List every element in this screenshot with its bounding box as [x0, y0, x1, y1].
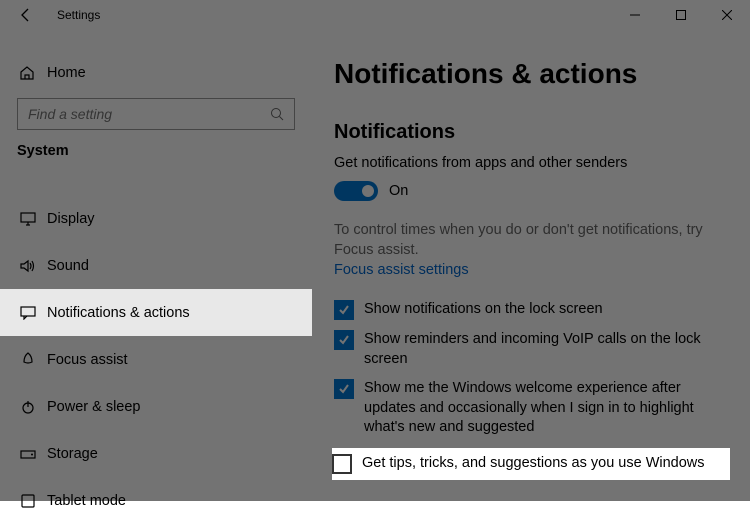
- section-title: Notifications: [334, 121, 730, 144]
- sidebar-item-label: Display: [47, 211, 95, 227]
- checkbox[interactable]: [334, 300, 354, 320]
- sidebar-item-sound[interactable]: Sound: [0, 242, 312, 289]
- sidebar-item-label: Notifications & actions: [47, 305, 190, 321]
- home-nav[interactable]: Home: [0, 55, 312, 91]
- check-row[interactable]: Show notifications on the lock screen: [334, 300, 730, 320]
- check-label: Show reminders and incoming VoIP calls o…: [364, 330, 719, 369]
- search-icon: [270, 107, 284, 121]
- maximize-button[interactable]: [658, 0, 704, 30]
- sound-icon: [19, 259, 37, 273]
- home-icon: [19, 65, 37, 81]
- check-row[interactable]: Get tips, tricks, and suggestions as you…: [332, 448, 730, 480]
- master-toggle-label: Get notifications from apps and other se…: [334, 155, 730, 171]
- checkbox[interactable]: [334, 330, 354, 350]
- sidebar-item-display[interactable]: Display: [0, 195, 312, 242]
- search-input[interactable]: [17, 98, 295, 130]
- focus-assist-link[interactable]: Focus assist settings: [334, 262, 730, 278]
- check-label: Show notifications on the lock screen: [364, 300, 603, 320]
- close-button[interactable]: [704, 0, 750, 30]
- home-label: Home: [47, 65, 86, 81]
- sidebar-item-label: Power & sleep: [47, 399, 141, 415]
- sidebar-item-focus-assist[interactable]: Focus assist: [0, 336, 312, 383]
- focus-assist-icon: [19, 352, 37, 368]
- minimize-button[interactable]: [612, 0, 658, 30]
- back-button[interactable]: [11, 0, 41, 30]
- sidebar-item-power[interactable]: Power & sleep: [0, 383, 312, 430]
- sidebar-item-label: Storage: [47, 446, 98, 462]
- toggle-state: On: [389, 183, 408, 199]
- checkbox[interactable]: [332, 454, 352, 474]
- sidebar-item-storage[interactable]: Storage: [0, 430, 312, 477]
- sidebar-item-label: Sound: [47, 258, 89, 274]
- group-label: System: [17, 143, 312, 159]
- check-label: Show me the Windows welcome experience a…: [364, 379, 719, 438]
- sidebar-item-notifications[interactable]: Notifications & actions: [0, 289, 312, 336]
- sidebar-item-label: Focus assist: [47, 352, 128, 368]
- check-row[interactable]: Show me the Windows welcome experience a…: [334, 379, 730, 438]
- page-title: Notifications & actions: [334, 58, 730, 90]
- storage-icon: [19, 447, 37, 461]
- description: To control times when you do or don't ge…: [334, 221, 730, 260]
- power-icon: [19, 399, 37, 415]
- check-label: Get tips, tricks, and suggestions as you…: [362, 454, 705, 474]
- check-row[interactable]: Show reminders and incoming VoIP calls o…: [334, 330, 730, 369]
- master-toggle[interactable]: [334, 181, 378, 201]
- checkbox[interactable]: [334, 379, 354, 399]
- window-title: Settings: [57, 8, 100, 22]
- display-icon: [19, 212, 37, 226]
- notifications-icon: [19, 306, 37, 320]
